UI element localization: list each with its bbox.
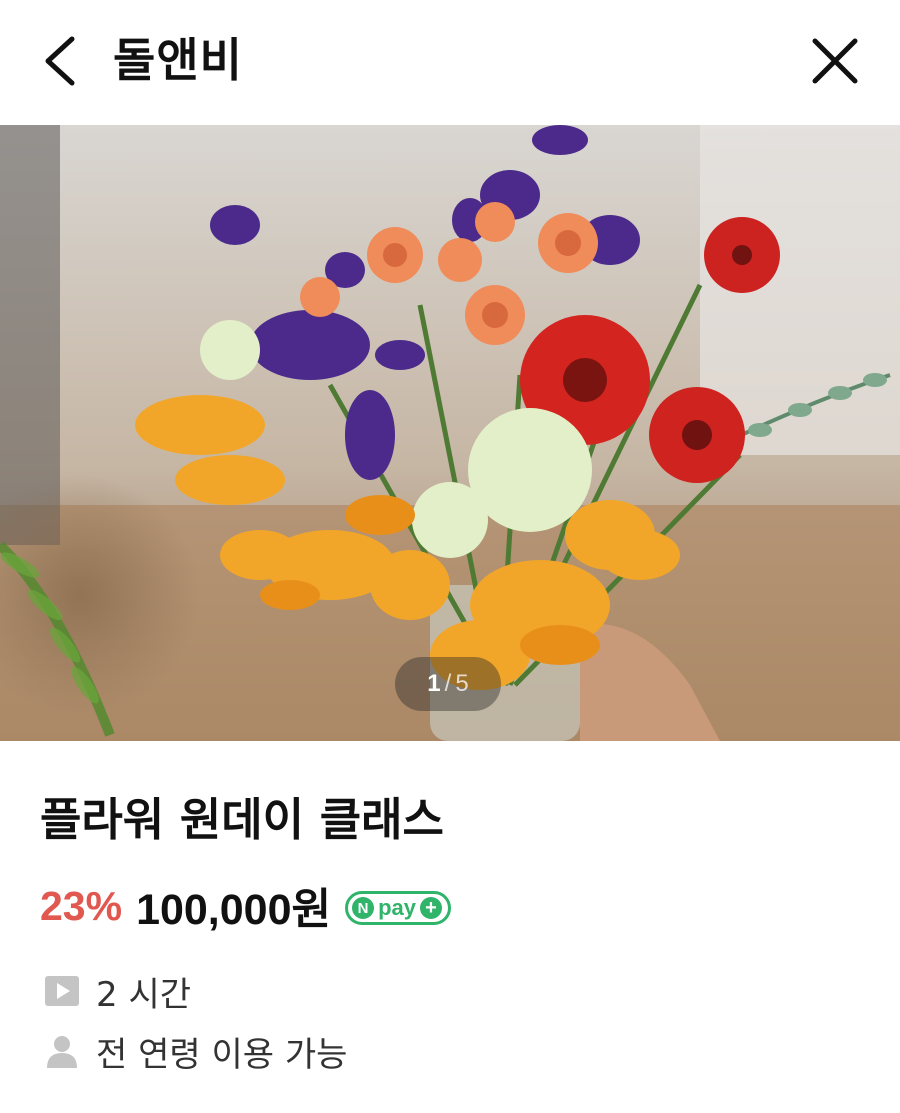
close-button[interactable] (800, 25, 870, 97)
npay-plus-badge: N pay + (345, 891, 451, 925)
price: 100,000원 (136, 886, 332, 934)
npay-label: pay (378, 895, 416, 920)
person-icon (44, 1033, 80, 1069)
npay-n-icon: N (352, 897, 375, 919)
play-icon (44, 973, 80, 1009)
image-page-indicator: 1 / 5 (395, 657, 501, 711)
discount-rate: 23% (40, 882, 123, 929)
age-text: 전 연령 이용 가능 (96, 1034, 348, 1075)
age-row: 전 연령 이용 가능 (44, 1026, 347, 1076)
product-title: 플라워 원데이 클래스 (40, 793, 444, 846)
back-button[interactable] (30, 25, 90, 97)
product-image-carousel[interactable]: 1 / 5 (0, 125, 900, 741)
chevron-left-icon (45, 36, 75, 86)
price-row: 23% 100,000원 N pay + (40, 876, 451, 936)
close-icon (812, 38, 858, 84)
duration-text: 2 시간 (96, 974, 191, 1015)
page-title: 돌앤비 (113, 33, 243, 87)
page-separator: / (444, 670, 452, 697)
total-pages: 5 (455, 670, 469, 697)
flower-bouquet-image (0, 125, 900, 741)
current-page: 1 (427, 670, 441, 697)
top-bar: 돌앤비 (0, 0, 900, 125)
duration-row: 2 시간 (44, 966, 191, 1016)
plus-icon: + (419, 897, 442, 919)
